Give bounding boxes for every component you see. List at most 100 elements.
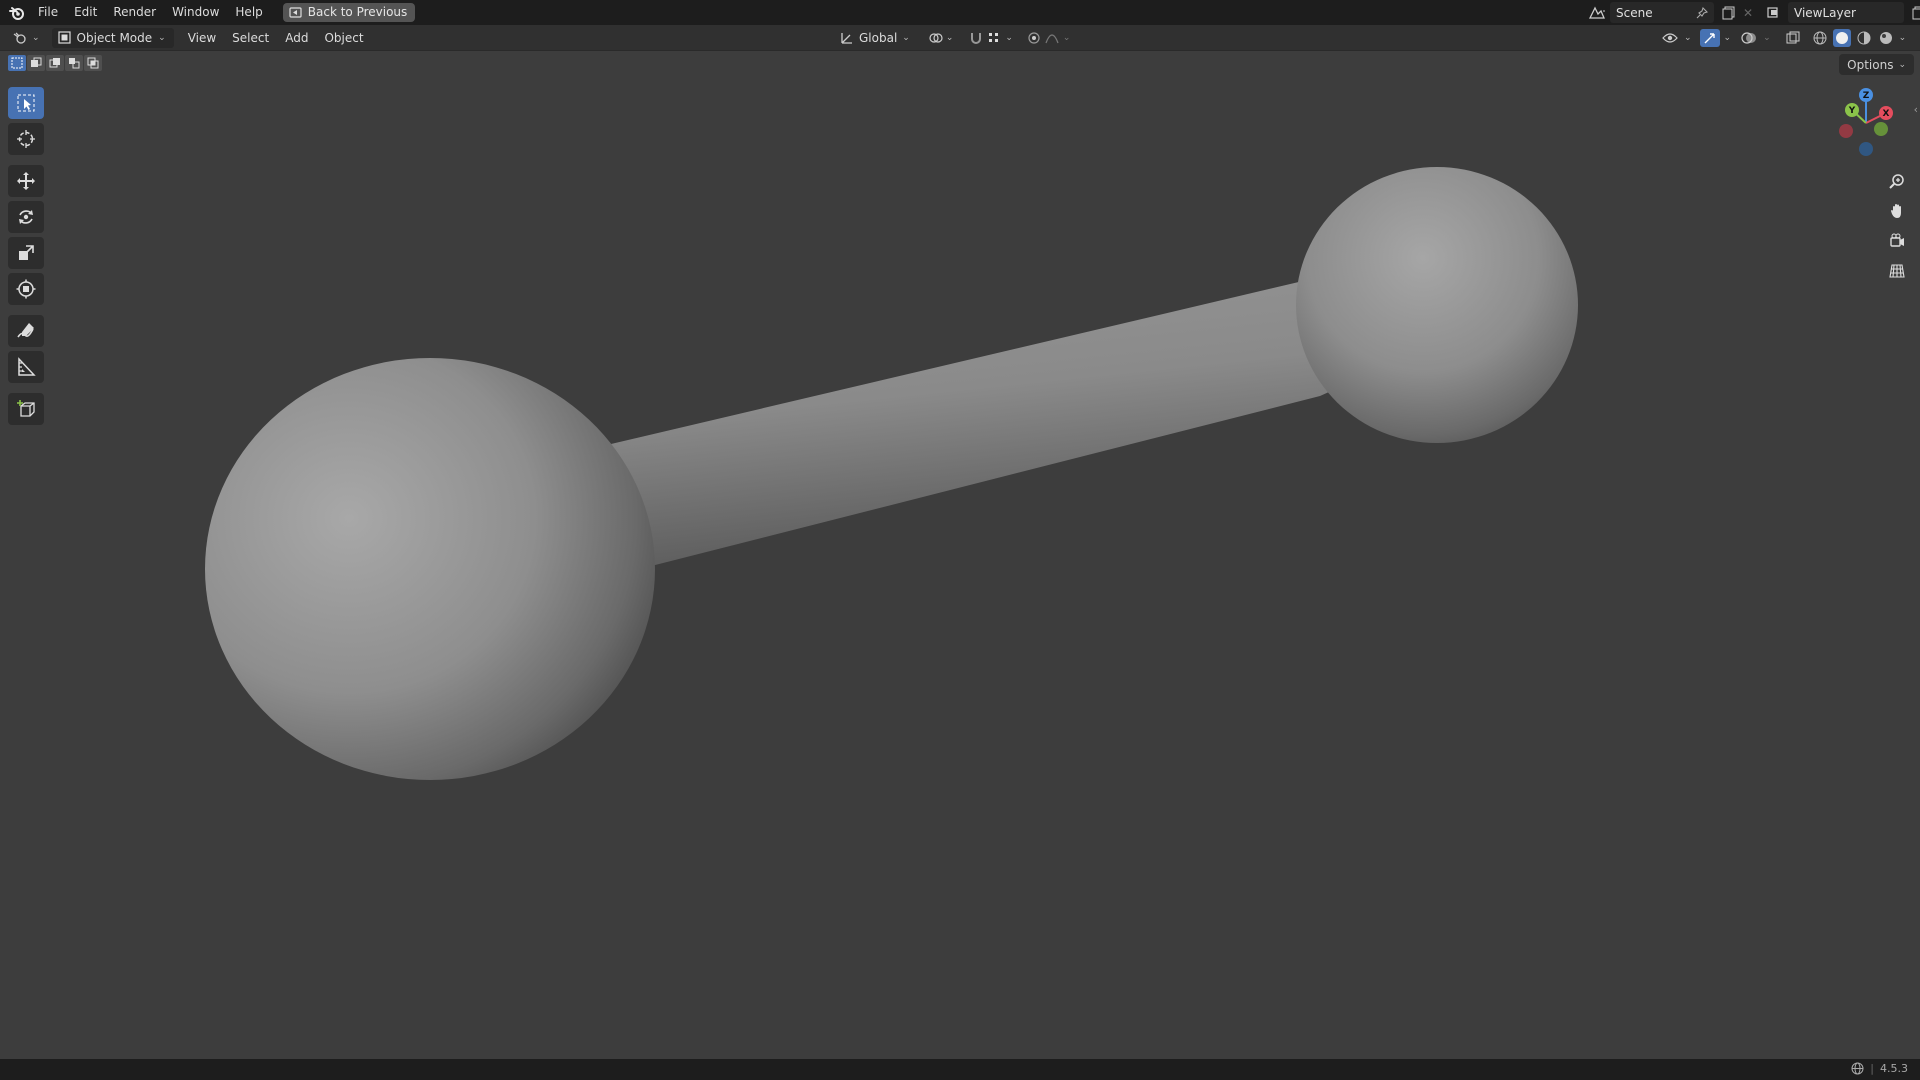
visibility-eye-icon[interactable] — [1660, 32, 1680, 44]
orientation-label: Global — [859, 31, 898, 45]
menu-object[interactable]: Object — [318, 28, 369, 48]
gizmo-x-label: X — [1883, 109, 1890, 119]
blender-logo-icon[interactable] — [4, 0, 30, 25]
proportional-editing-controls[interactable]: ⌄ — [1023, 28, 1075, 48]
menu-add[interactable]: Add — [279, 28, 314, 48]
options-dropdown[interactable]: Options ⌄ — [1839, 54, 1914, 75]
proportional-editing-icon — [1027, 31, 1041, 45]
transform-controls: Global ⌄ ⌄ ⌄ ⌄ — [834, 28, 1074, 48]
new-view-layer-icon[interactable] — [1908, 6, 1920, 20]
back-to-previous-label: Back to Previous — [307, 5, 408, 19]
transform-tool[interactable] — [8, 273, 44, 305]
select-subtract-icon[interactable] — [46, 55, 64, 71]
overlays-icon[interactable] — [1739, 31, 1759, 45]
viewport-header: ⌄ Object Mode ⌄ View Select Add Object G… — [0, 25, 1920, 51]
select-new-icon[interactable] — [8, 55, 26, 71]
gizmo-y-label: Y — [1848, 106, 1856, 116]
orientation-global-icon — [840, 31, 854, 45]
zoom-icon[interactable] — [1884, 169, 1910, 193]
select-extend-icon[interactable] — [27, 55, 45, 71]
3d-viewport[interactable]: Options ⌄ Z X Y ‹ — [0, 51, 1920, 1059]
pan-hand-icon[interactable] — [1884, 199, 1910, 223]
status-bar: | 4.5.3 — [0, 1059, 1920, 1080]
view-layer-name-field[interactable]: ViewLayer — [1788, 2, 1904, 23]
chevron-down-icon: ⌄ — [1005, 33, 1013, 43]
pivot-point-dropdown[interactable]: ⌄ — [922, 28, 960, 48]
back-to-previous-button[interactable]: Back to Previous — [282, 3, 416, 22]
sidebar-toggle-icon[interactable]: ‹ — [1914, 103, 1918, 116]
menu-render[interactable]: Render — [105, 0, 164, 25]
select-box-tool[interactable] — [8, 87, 44, 119]
shading-wireframe-icon[interactable] — [1811, 31, 1829, 45]
chevron-down-icon: ⌄ — [945, 33, 954, 43]
left-sphere — [205, 358, 655, 780]
add-cube-tool[interactable] — [8, 393, 44, 425]
snap-controls[interactable]: ⌄ — [965, 28, 1017, 48]
chevron-down-icon: ⌄ — [32, 32, 40, 43]
select-intersect-icon[interactable] — [84, 55, 102, 71]
falloff-curve-icon — [1045, 31, 1059, 45]
screen-back-icon — [289, 7, 302, 18]
navigation-gizmo[interactable]: Z X Y — [1828, 87, 1900, 159]
object-mode-dropdown[interactable]: Object Mode ⌄ — [51, 27, 174, 48]
xray-toggle-icon[interactable] — [1783, 31, 1803, 45]
viewport-navigation-tools — [1884, 169, 1910, 283]
scene-name: Scene — [1616, 5, 1653, 20]
view-layer-name: ViewLayer — [1794, 5, 1856, 20]
top-menu-bar: File Edit Render Window Help Back to Pre… — [0, 0, 1920, 25]
menu-select[interactable]: Select — [226, 28, 275, 48]
scale-tool[interactable] — [8, 237, 44, 269]
annotate-tool[interactable] — [8, 315, 44, 347]
camera-view-icon[interactable] — [1884, 229, 1910, 253]
menu-window[interactable]: Window — [164, 0, 227, 25]
transform-orientation-dropdown[interactable]: Global ⌄ — [834, 28, 916, 48]
editor-type-button[interactable]: ⌄ — [6, 28, 46, 48]
snap-magnet-icon — [969, 31, 983, 45]
selection-mode-buttons — [8, 55, 102, 71]
viewport-display-controls: ⌄ ⌄ ⌄ ⌄ — [1660, 28, 1906, 48]
select-invert-icon[interactable] — [65, 55, 83, 71]
pin-icon[interactable] — [1696, 6, 1708, 19]
new-scene-icon[interactable] — [1718, 6, 1740, 20]
chevron-down-icon: ⌄ — [902, 33, 910, 43]
gizmo-z-label: Z — [1863, 91, 1870, 101]
menu-help[interactable]: Help — [227, 0, 270, 25]
delete-scene-icon[interactable]: ✕ — [1740, 6, 1756, 20]
chevron-down-icon[interactable]: ⌄ — [1684, 33, 1692, 43]
globe-icon[interactable] — [1851, 1062, 1864, 1075]
cylinder-rod — [560, 275, 1381, 574]
chevron-down-icon[interactable]: ⌄ — [1724, 33, 1732, 43]
options-label: Options — [1847, 57, 1894, 72]
view-layer-selector: ViewLayer ✕ — [1762, 2, 1920, 23]
tool-shelf — [8, 87, 46, 429]
right-sphere — [1296, 167, 1578, 443]
status-separator: | — [1870, 1062, 1874, 1075]
version-info: | 4.5.3 — [1851, 1062, 1908, 1075]
shading-material-icon[interactable] — [1855, 31, 1873, 45]
scene-name-field[interactable]: Scene — [1610, 2, 1714, 23]
scene-selector: Scene ✕ — [1584, 2, 1756, 23]
scene-icon[interactable] — [1584, 6, 1610, 20]
menu-view[interactable]: View — [182, 28, 222, 48]
object-mode-icon — [57, 31, 71, 44]
measure-tool[interactable] — [8, 351, 44, 383]
chevron-down-icon: ⌄ — [1062, 33, 1071, 43]
menu-edit[interactable]: Edit — [66, 0, 105, 25]
show-gizmo-icon[interactable] — [1699, 29, 1720, 47]
shading-solid-icon[interactable] — [1832, 29, 1851, 47]
rotate-tool[interactable] — [8, 201, 44, 233]
object-mode-label: Object Mode — [76, 30, 153, 45]
cursor-tool[interactable] — [8, 123, 44, 155]
chevron-down-icon[interactable]: ⌄ — [1763, 33, 1771, 43]
pivot-point-icon — [928, 31, 944, 45]
version-number: 4.5.3 — [1880, 1062, 1908, 1075]
snap-increment-icon — [987, 31, 1001, 45]
view-layer-icon[interactable] — [1762, 6, 1788, 20]
chevron-down-icon: ⌄ — [158, 32, 166, 43]
move-tool[interactable] — [8, 165, 44, 197]
menu-file[interactable]: File — [30, 0, 66, 25]
chevron-down-icon[interactable]: ⌄ — [1899, 33, 1907, 43]
perspective-grid-icon[interactable] — [1884, 259, 1910, 283]
viewport-scene — [205, 167, 1578, 780]
shading-rendered-icon[interactable] — [1877, 31, 1895, 45]
